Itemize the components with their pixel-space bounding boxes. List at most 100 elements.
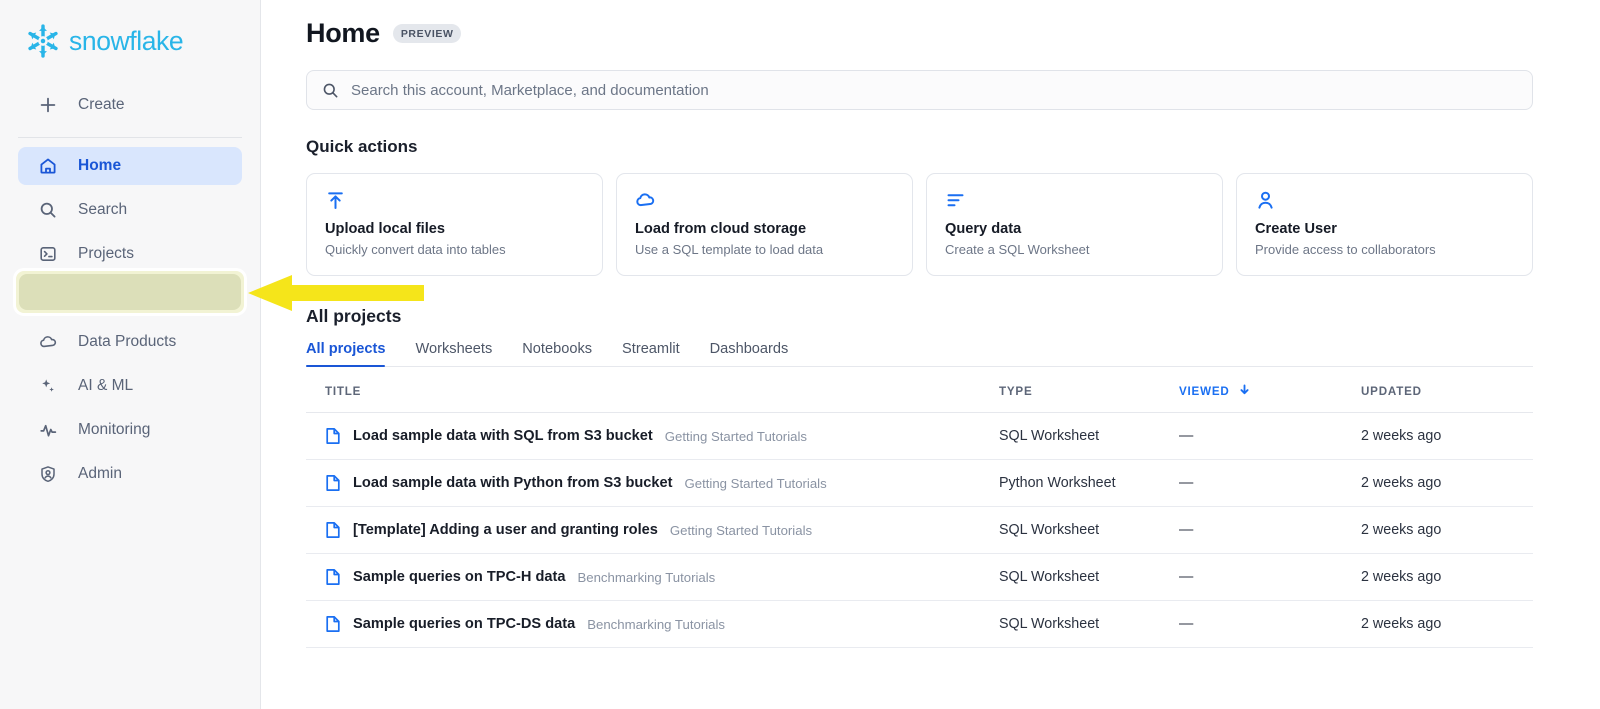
create-label: Create xyxy=(78,96,125,114)
arrow-down-icon xyxy=(1239,384,1250,398)
table-row[interactable]: [Template] Adding a user and granting ro… xyxy=(306,506,1533,554)
quick-action-create-user[interactable]: Create User Provide access to collaborat… xyxy=(1236,173,1533,276)
table-row[interactable]: Sample queries on TPC-H data Benchmarkin… xyxy=(306,553,1533,601)
table-row[interactable]: Load sample data with SQL from S3 bucket… xyxy=(306,412,1533,460)
cell-title: [Template] Adding a user and granting ro… xyxy=(306,506,999,554)
card-title: Create User xyxy=(1255,221,1337,237)
project-tabs: All projects Worksheets Notebooks Stream… xyxy=(306,341,1533,367)
document-icon xyxy=(325,615,341,633)
sidebar-item-data-products[interactable]: Data Products xyxy=(18,323,242,361)
cell-updated: 2 weeks ago xyxy=(1361,553,1533,601)
quick-actions-cards: Upload local files Quickly convert data … xyxy=(306,173,1600,276)
search-bar[interactable] xyxy=(306,70,1533,110)
all-projects-title: All projects xyxy=(306,306,402,326)
sidebar-item-label: Data Products xyxy=(78,333,177,351)
row-subtitle: Benchmarking Tutorials xyxy=(587,616,726,632)
cell-updated: 2 weeks ago xyxy=(1361,506,1533,554)
cell-type: SQL Worksheet xyxy=(999,412,1179,460)
table-row[interactable]: Load sample data with Python from S3 buc… xyxy=(306,459,1533,507)
sidebar-item-monitoring[interactable]: Monitoring xyxy=(18,411,242,449)
sparkles-icon xyxy=(38,376,58,396)
row-title: Sample queries on TPC-H data xyxy=(353,569,566,585)
card-title: Upload local files xyxy=(325,221,446,237)
document-icon xyxy=(325,427,341,445)
page-header: Home PREVIEW xyxy=(306,18,1600,49)
sidebar: snowflake Create Home Search Projects Da… xyxy=(0,0,261,709)
snowflake-logo-icon xyxy=(25,23,61,59)
sidebar-item-projects[interactable]: Projects xyxy=(18,235,242,273)
quick-action-query-data[interactable]: Query data Create a SQL Worksheet xyxy=(926,173,1223,276)
sidebar-item-label: Data xyxy=(78,289,111,307)
card-subtitle: Create a SQL Worksheet xyxy=(945,242,1090,257)
cell-title: Load sample data with Python from S3 buc… xyxy=(306,459,999,507)
table-body: Load sample data with SQL from S3 bucket… xyxy=(306,412,1533,648)
row-title: Sample queries on TPC-DS data xyxy=(353,616,576,632)
column-header-viewed[interactable]: VIEWED xyxy=(1179,367,1361,413)
search-input[interactable] xyxy=(351,81,1451,99)
brand-name: snowflake xyxy=(69,25,184,56)
row-title: Load sample data with Python from S3 buc… xyxy=(353,475,673,491)
cell-updated: 2 weeks ago xyxy=(1361,412,1533,460)
document-icon xyxy=(325,521,341,539)
preview-badge: PREVIEW xyxy=(392,24,462,43)
plus-icon xyxy=(38,95,58,115)
column-header-title[interactable]: TITLE xyxy=(306,367,999,413)
sidebar-item-data[interactable]: Data xyxy=(18,279,242,317)
sidebar-item-search[interactable]: Search xyxy=(18,191,242,229)
cell-type: SQL Worksheet xyxy=(999,553,1179,601)
row-title: [Template] Adding a user and granting ro… xyxy=(353,522,658,538)
card-subtitle: Use a SQL template to load data xyxy=(635,242,824,257)
table-row[interactable]: Sample queries on TPC-DS data Benchmarki… xyxy=(306,600,1533,648)
shield-person-icon xyxy=(38,464,58,484)
activity-pulse-icon xyxy=(38,420,58,440)
cloud-icon xyxy=(635,190,894,214)
sidebar-item-admin[interactable]: Admin xyxy=(18,455,242,493)
tab-streamlit[interactable]: Streamlit xyxy=(622,341,680,366)
card-subtitle: Provide access to collaborators xyxy=(1255,242,1436,257)
cell-viewed: — xyxy=(1179,459,1361,507)
column-header-updated[interactable]: UPDATED xyxy=(1361,367,1533,413)
sidebar-item-label: Projects xyxy=(78,245,134,263)
sidebar-item-label: AI & ML xyxy=(78,377,134,395)
column-header-type[interactable]: TYPE xyxy=(999,367,1179,413)
table-header-row: TITLE TYPE VIEWED UPDATED xyxy=(306,367,1533,413)
page-title: Home xyxy=(306,18,380,48)
cell-updated: 2 weeks ago xyxy=(1361,459,1533,507)
cell-title: Sample queries on TPC-H data Benchmarkin… xyxy=(306,553,999,601)
sidebar-item-label: Home xyxy=(78,157,122,175)
row-subtitle: Getting Started Tutorials xyxy=(664,428,807,444)
tab-all-projects[interactable]: All projects xyxy=(306,341,386,367)
cell-viewed: — xyxy=(1179,506,1361,554)
sidebar-item-ai-ml[interactable]: AI & ML xyxy=(18,367,242,405)
row-subtitle: Benchmarking Tutorials xyxy=(577,569,716,585)
user-icon xyxy=(1255,190,1514,214)
brand-logo[interactable]: snowflake xyxy=(0,0,260,82)
search-icon xyxy=(322,82,339,99)
cell-type: Python Worksheet xyxy=(999,459,1179,507)
tab-worksheets[interactable]: Worksheets xyxy=(415,341,492,366)
terminal-icon xyxy=(38,244,58,264)
cell-title: Sample queries on TPC-DS data Benchmarki… xyxy=(306,600,999,648)
cell-type: SQL Worksheet xyxy=(999,506,1179,554)
row-subtitle: Getting Started Tutorials xyxy=(684,475,827,491)
document-icon xyxy=(325,474,341,492)
tab-dashboards[interactable]: Dashboards xyxy=(710,341,789,366)
quick-actions-title: Quick actions xyxy=(306,137,418,156)
column-header-viewed-label: VIEWED xyxy=(1179,385,1230,398)
sidebar-item-label: Search xyxy=(78,201,128,219)
sidebar-divider xyxy=(18,137,242,138)
cell-viewed: — xyxy=(1179,600,1361,648)
tab-notebooks[interactable]: Notebooks xyxy=(522,341,592,366)
document-icon xyxy=(325,568,341,586)
lines-icon xyxy=(945,190,1204,214)
cell-viewed: — xyxy=(1179,553,1361,601)
sidebar-item-home[interactable]: Home xyxy=(18,147,242,185)
row-subtitle: Getting Started Tutorials xyxy=(669,522,813,538)
cell-type: SQL Worksheet xyxy=(999,600,1179,648)
create-button[interactable]: Create xyxy=(18,86,242,124)
row-title: Load sample data with SQL from S3 bucket xyxy=(353,428,653,444)
home-icon xyxy=(38,156,58,176)
search-icon xyxy=(38,200,58,220)
quick-action-upload-local-files[interactable]: Upload local files Quickly convert data … xyxy=(306,173,603,276)
quick-action-load-from-cloud-storage[interactable]: Load from cloud storage Use a SQL templa… xyxy=(616,173,913,276)
